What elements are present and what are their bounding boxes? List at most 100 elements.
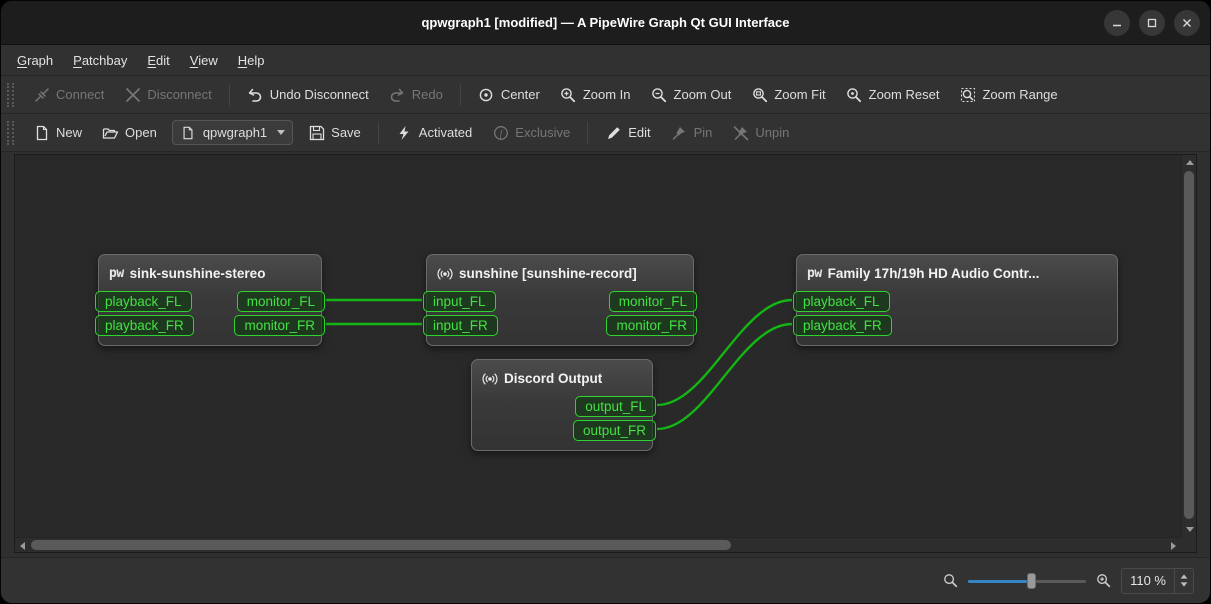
port-output-fr[interactable]: output_FR — [572, 419, 656, 441]
spin-down-button[interactable] — [1180, 582, 1188, 587]
scroll-up-button[interactable] — [1182, 155, 1197, 170]
vertical-scrollbar[interactable] — [1181, 155, 1196, 537]
horizontal-scrollbar-thumb[interactable] — [31, 540, 731, 550]
menubar: Graph Patchbay Edit View Help — [1, 45, 1210, 76]
node-sunshine-record[interactable]: sunshine [sunshine-record] input_FL moni… — [423, 254, 697, 346]
menu-edit[interactable]: Edit — [137, 45, 179, 75]
statusbar: 110 % — [1, 557, 1210, 603]
center-button[interactable]: Center — [469, 81, 549, 108]
open-folder-icon — [102, 124, 119, 141]
undo-disconnect-button[interactable]: Undo Disconnect — [238, 81, 378, 108]
exclusive-icon: f — [492, 124, 509, 141]
svg-text:f: f — [500, 128, 504, 138]
activated-bolt-icon — [396, 124, 413, 141]
node-title: Discord Output — [504, 371, 603, 386]
zoom-range-button[interactable]: Zoom Range — [950, 81, 1066, 108]
new-file-icon — [33, 124, 50, 141]
new-button[interactable]: New — [24, 119, 91, 146]
zoom-slider-handle[interactable] — [1027, 572, 1037, 589]
pin-icon — [671, 124, 688, 141]
spin-up-button[interactable] — [1180, 574, 1188, 579]
connect-button[interactable]: Connect — [24, 81, 113, 108]
node-title: sink-sunshine-stereo — [129, 266, 266, 281]
titlebar[interactable]: qpwgraph1 [modified] — A PipeWire Graph … — [1, 1, 1210, 45]
scrollbar-corner — [1181, 537, 1196, 552]
open-button[interactable]: Open — [93, 119, 166, 146]
maximize-button[interactable] — [1139, 9, 1165, 36]
scroll-down-button[interactable] — [1182, 522, 1197, 537]
exclusive-button[interactable]: f Exclusive — [483, 119, 579, 146]
zoom-slider[interactable] — [968, 572, 1087, 590]
toolbar-drag-handle[interactable] — [7, 120, 14, 145]
toolbar-separator — [228, 83, 230, 106]
unpin-icon — [732, 124, 749, 141]
port-monitor-fr[interactable]: monitor_FR — [234, 314, 325, 336]
menu-help[interactable]: Help — [228, 45, 275, 75]
activated-button[interactable]: Activated — [387, 119, 481, 146]
graph-canvas[interactable]: pw sink-sunshine-stereo playback_FL moni… — [15, 155, 1181, 537]
window-title: qpwgraph1 [modified] — A PipeWire Graph … — [421, 15, 790, 30]
save-button[interactable]: Save — [299, 119, 370, 146]
zoom-spinbox-value[interactable]: 110 % — [1122, 569, 1174, 593]
unpin-button[interactable]: Unpin — [723, 119, 798, 146]
port-monitor-fl[interactable]: monitor_FL — [236, 290, 325, 312]
menu-patchbay[interactable]: Patchbay — [63, 45, 137, 75]
pin-button[interactable]: Pin — [662, 119, 722, 146]
undo-icon — [247, 86, 264, 103]
menu-view[interactable]: View — [180, 45, 228, 75]
scroll-right-button[interactable] — [1166, 538, 1181, 553]
save-icon — [308, 124, 325, 141]
zoom-reset-button[interactable]: Zoom Reset — [837, 81, 949, 108]
node-title: sunshine [sunshine-record] — [459, 266, 637, 281]
edit-button[interactable]: Edit — [596, 119, 659, 146]
maximize-icon — [1147, 18, 1157, 27]
chevron-down-icon — [277, 130, 286, 135]
port-input-fl[interactable]: input_FL — [423, 290, 496, 312]
vertical-scrollbar-thumb[interactable] — [1184, 171, 1194, 519]
monitor-source-icon — [437, 266, 453, 282]
session-combo[interactable]: qpwgraph1 — [171, 120, 294, 145]
zoom-spinbox[interactable]: 110 % — [1121, 567, 1194, 594]
port-playback-fr[interactable]: playback_FR — [793, 314, 892, 336]
app-window: qpwgraph1 [modified] — A PipeWire Graph … — [0, 0, 1211, 604]
window-controls — [1104, 1, 1200, 44]
redo-button[interactable]: Redo — [380, 81, 452, 108]
zoom-out-button[interactable]: Zoom Out — [642, 81, 741, 108]
zoom-fit-button[interactable]: Zoom Fit — [742, 81, 834, 108]
zoom-in-icon — [560, 86, 577, 103]
node-family-hd-audio[interactable]: pw Family 17h/19h HD Audio Contr... play… — [793, 254, 1118, 346]
zoom-out-icon — [651, 86, 668, 103]
port-output-fl[interactable]: output_FL — [575, 395, 656, 417]
canvas-frame: pw sink-sunshine-stereo playback_FL moni… — [14, 154, 1197, 553]
port-monitor-fr[interactable]: monitor_FR — [606, 314, 697, 336]
toolbar-separator — [377, 121, 379, 144]
zoom-range-icon — [959, 86, 976, 103]
node-discord-output[interactable]: Discord Output output_FL output_FR — [471, 359, 656, 451]
port-playback-fr[interactable]: playback_FR — [95, 314, 194, 336]
node-sink-sunshine-stereo[interactable]: pw sink-sunshine-stereo playback_FL moni… — [95, 254, 325, 346]
zoom-in-button[interactable]: Zoom In — [551, 81, 640, 108]
zoom-in-icon — [1096, 573, 1111, 588]
zoom-fit-icon — [751, 86, 768, 103]
close-button[interactable] — [1174, 9, 1200, 36]
horizontal-scrollbar[interactable] — [15, 537, 1181, 552]
port-input-fr[interactable]: input_FR — [423, 314, 498, 336]
menu-graph[interactable]: Graph — [7, 45, 63, 75]
disconnect-button[interactable]: Disconnect — [115, 81, 220, 108]
port-playback-fl[interactable]: playback_FL — [95, 290, 192, 312]
toolbar-drag-handle[interactable] — [7, 82, 14, 107]
zoom-reset-icon — [846, 86, 863, 103]
redo-icon — [389, 86, 406, 103]
session-combo-value: qpwgraph1 — [202, 125, 268, 140]
connection-layer — [325, 298, 793, 431]
port-playback-fl[interactable]: playback_FL — [793, 290, 890, 312]
toolbar-separator — [587, 121, 589, 144]
toolbar-separator — [459, 83, 461, 106]
central-area: pw sink-sunshine-stereo playback_FL moni… — [1, 152, 1210, 557]
minimize-button[interactable] — [1104, 9, 1130, 36]
toolbar-graph: Connect Disconnect Undo Disconnect Redo … — [1, 76, 1210, 114]
scroll-left-button[interactable] — [15, 538, 30, 553]
disconnect-icon — [124, 86, 141, 103]
port-monitor-fl[interactable]: monitor_FL — [608, 290, 697, 312]
close-icon — [1183, 18, 1191, 27]
